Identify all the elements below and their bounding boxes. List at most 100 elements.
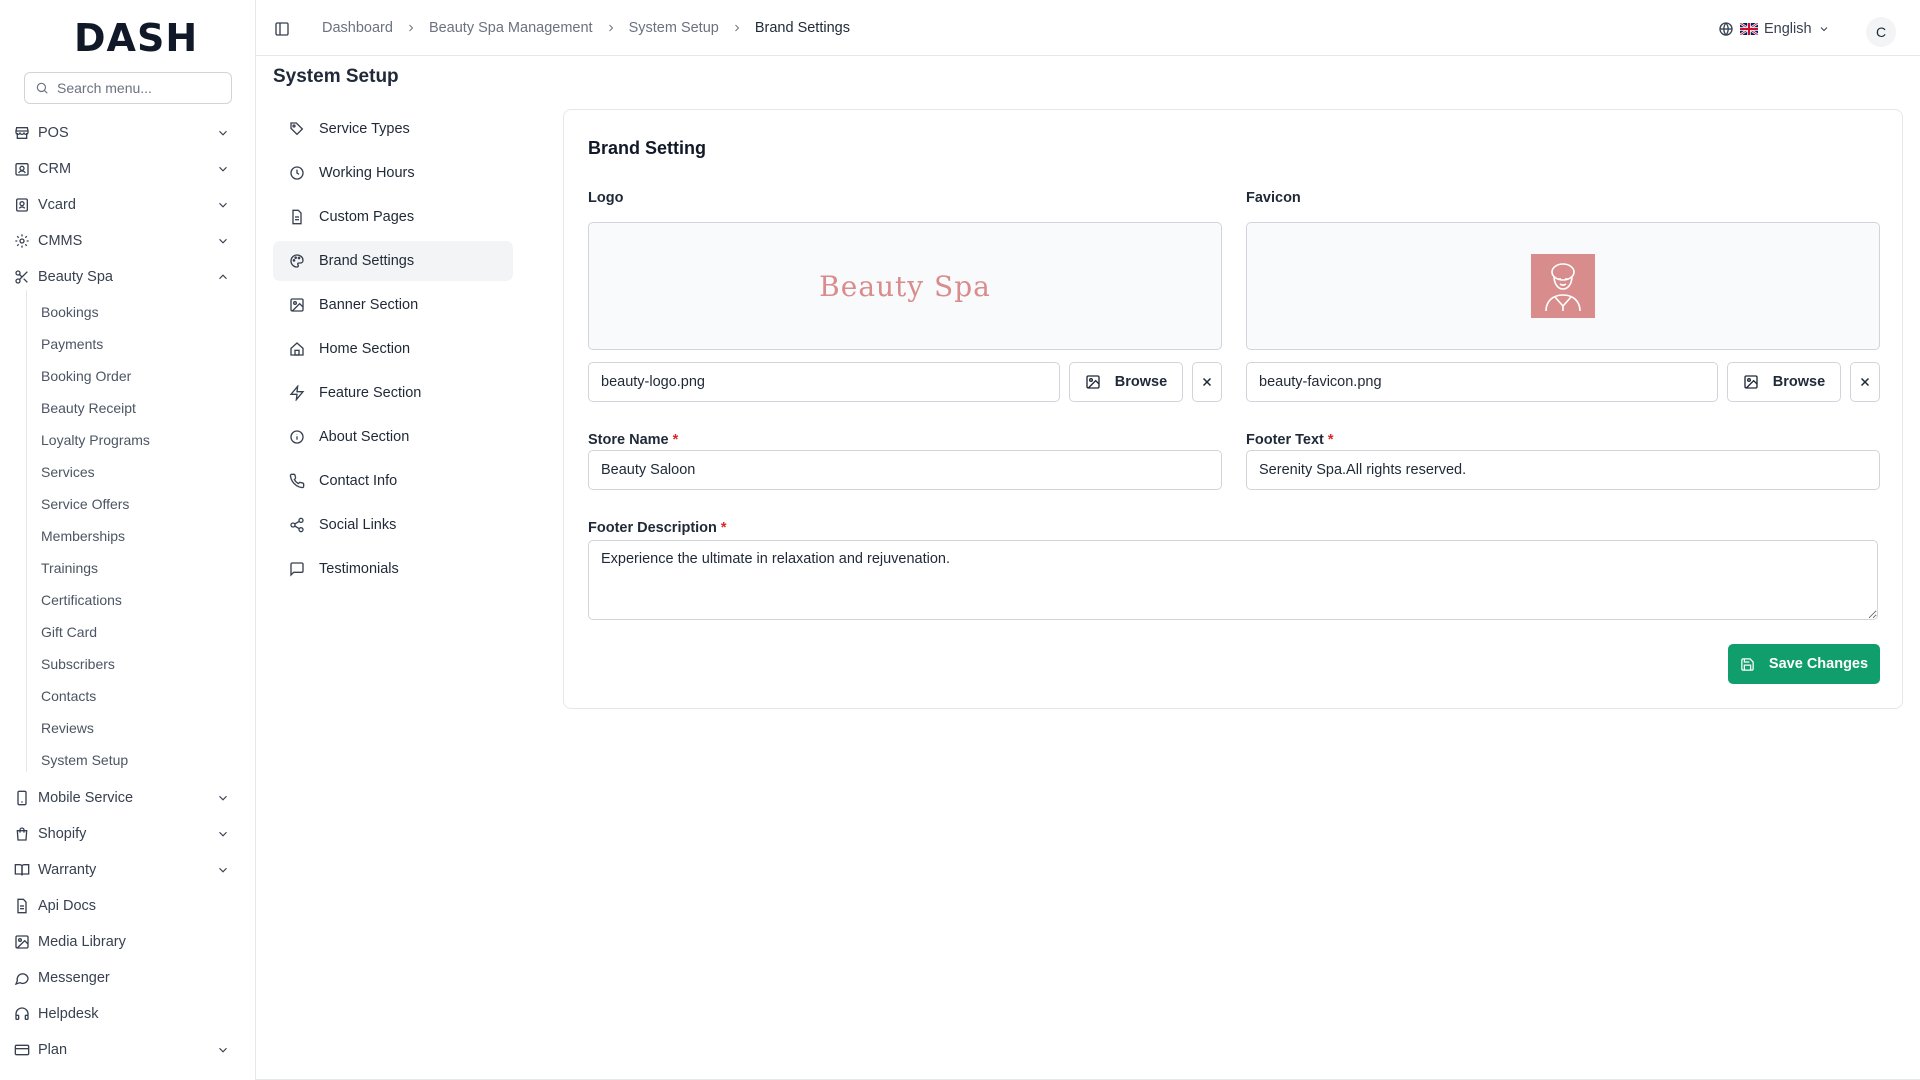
setup-item-feature-section[interactable]: Feature Section [273,373,513,413]
favicon-browse-label: Browse [1772,374,1826,390]
chevron-up-icon[interactable] [216,270,230,284]
submenu-item-system-setup[interactable]: System Setup [41,747,128,773]
setup-item-label: Contact Info [319,473,398,489]
setup-item-banner-section[interactable]: Banner Section [273,285,513,325]
submenu-item-contacts[interactable]: Contacts [41,683,96,709]
sidebar-item-messenger[interactable]: Messenger [14,963,236,993]
setup-item-contact-info[interactable]: Contact Info [273,461,513,501]
sidebar-item-label: Plan [38,1042,68,1058]
sidebar: DASH POS CRM Vcard [0,0,256,1080]
submenu-item-subscribers[interactable]: Subscribers [41,651,115,677]
save-changes-button[interactable]: Save Changes [1728,644,1880,684]
footer-description-label-text: Footer Description [588,520,717,536]
setup-item-label: Feature Section [319,385,422,401]
setup-item-label: Banner Section [319,297,419,313]
submenu-item-bookings[interactable]: Bookings [41,299,99,325]
id-badge-icon [16,198,28,212]
sidebar-item-media-library[interactable]: Media Library [14,927,236,957]
sidebar-item-cmms[interactable]: CMMS [14,226,236,256]
sidebar-item-warranty[interactable]: Warranty [14,855,236,885]
language-selector[interactable]: English [1718,21,1830,37]
setup-item-home-section[interactable]: Home Section [273,329,513,369]
sidebar-item-beauty-spa[interactable]: Beauty Spa [14,262,236,292]
sidebar-item-helpdesk[interactable]: Helpdesk [14,999,236,1029]
store-name-input[interactable] [588,450,1222,490]
chevron-down-icon[interactable] [216,827,230,841]
logo-browse-label: Browse [1114,374,1168,390]
submenu-item-reviews[interactable]: Reviews [41,715,94,741]
setup-item-testimonials[interactable]: Testimonials [273,549,513,589]
chevron-right-icon [409,24,414,32]
sidebar-item-crm[interactable]: CRM [14,154,236,184]
breadcrumb-beauty-spa-management[interactable]: Beauty Spa Management [429,20,593,36]
setup-item-label: Social Links [319,517,397,533]
favicon-image [1531,254,1595,318]
sidebar-item-label: Mobile Service [38,790,134,806]
submenu-item-gift-card[interactable]: Gift Card [41,619,97,645]
sidebar-toggle-icon[interactable] [274,21,290,37]
submenu-item-trainings[interactable]: Trainings [41,555,98,581]
setup-item-about-section[interactable]: About Section [273,417,513,457]
submenu-item-service-offers[interactable]: Service Offers [41,491,129,517]
search-input[interactable] [57,80,217,96]
avatar[interactable]: C [1866,17,1896,47]
setup-item-brand-settings[interactable]: Brand Settings [273,241,513,281]
store-name-label: Store Name * [588,432,678,448]
chevron-down-icon[interactable] [216,863,230,877]
chevron-down-icon[interactable] [216,791,230,805]
submenu-item-certifications[interactable]: Certifications [41,587,122,613]
setup-item-label: Working Hours [319,165,415,181]
sidebar-item-shopify[interactable]: Shopify [14,819,236,849]
favicon-file-input[interactable] [1246,362,1718,402]
setup-item-custom-pages[interactable]: Custom Pages [273,197,513,237]
sidebar-item-label: Warranty [38,862,97,878]
sidebar-item-vcard[interactable]: Vcard [14,190,236,220]
chevron-down-icon [1820,27,1827,32]
image-icon [1086,375,1100,389]
submenu-item-beauty-receipt[interactable]: Beauty Receipt [41,395,136,421]
top-header: Dashboard Beauty Spa Management System S… [256,0,1920,56]
favicon-browse-button[interactable]: Browse [1727,362,1841,402]
search-box[interactable] [24,72,232,104]
setup-item-working-hours[interactable]: Working Hours [273,153,513,193]
footer-text-input[interactable] [1246,450,1880,490]
required-asterisk: * [1327,432,1334,448]
breadcrumb-system-setup[interactable]: System Setup [629,20,719,36]
spa-woman-icon [1545,263,1581,312]
headset-icon [15,1007,29,1020]
store-name-label-text: Store Name [588,432,669,448]
store-icon [15,127,29,139]
setup-item-social-links[interactable]: Social Links [273,505,513,545]
sidebar-item-pos[interactable]: POS [14,118,236,148]
chevron-down-icon[interactable] [216,234,230,248]
setup-item-label: Service Types [319,121,410,137]
sidebar-item-label: Helpdesk [38,1006,99,1022]
logo-file-input[interactable] [588,362,1060,402]
logo-clear-button[interactable] [1192,362,1222,402]
chevron-down-icon[interactable] [216,162,230,176]
breadcrumb-dashboard[interactable]: Dashboard [322,20,393,36]
setup-item-service-types[interactable]: Service Types [273,109,513,149]
favicon-clear-button[interactable] [1850,362,1880,402]
chevron-down-icon[interactable] [216,1043,230,1057]
submenu-item-booking-order[interactable]: Booking Order [41,363,131,389]
breadcrumb: Dashboard Beauty Spa Management System S… [322,20,850,36]
app-logo[interactable]: DASH [74,16,198,60]
logo-browse-button[interactable]: Browse [1069,362,1183,402]
gear-icon [15,234,29,248]
sidebar-item-plan[interactable]: Plan [14,1035,236,1065]
app-root: DASH POS CRM Vcard [0,0,1920,1080]
breadcrumb-brand-settings: Brand Settings [754,20,850,36]
submenu-item-services[interactable]: Services [41,459,95,485]
sidebar-item-api-docs[interactable]: Api Docs [14,891,236,921]
submenu-item-loyalty-programs[interactable]: Loyalty Programs [41,427,150,453]
chevron-down-icon[interactable] [216,126,230,140]
submenu-item-payments[interactable]: Payments [41,331,103,357]
share-icon [290,517,304,533]
footer-description-textarea[interactable]: Experience the ultimate in relaxation an… [588,540,1878,620]
chevron-down-icon[interactable] [216,198,230,212]
sidebar-item-mobile-service[interactable]: Mobile Service [14,783,236,813]
home-icon [290,342,304,356]
submenu-item-memberships[interactable]: Memberships [41,523,125,549]
smartphone-icon [17,790,27,806]
